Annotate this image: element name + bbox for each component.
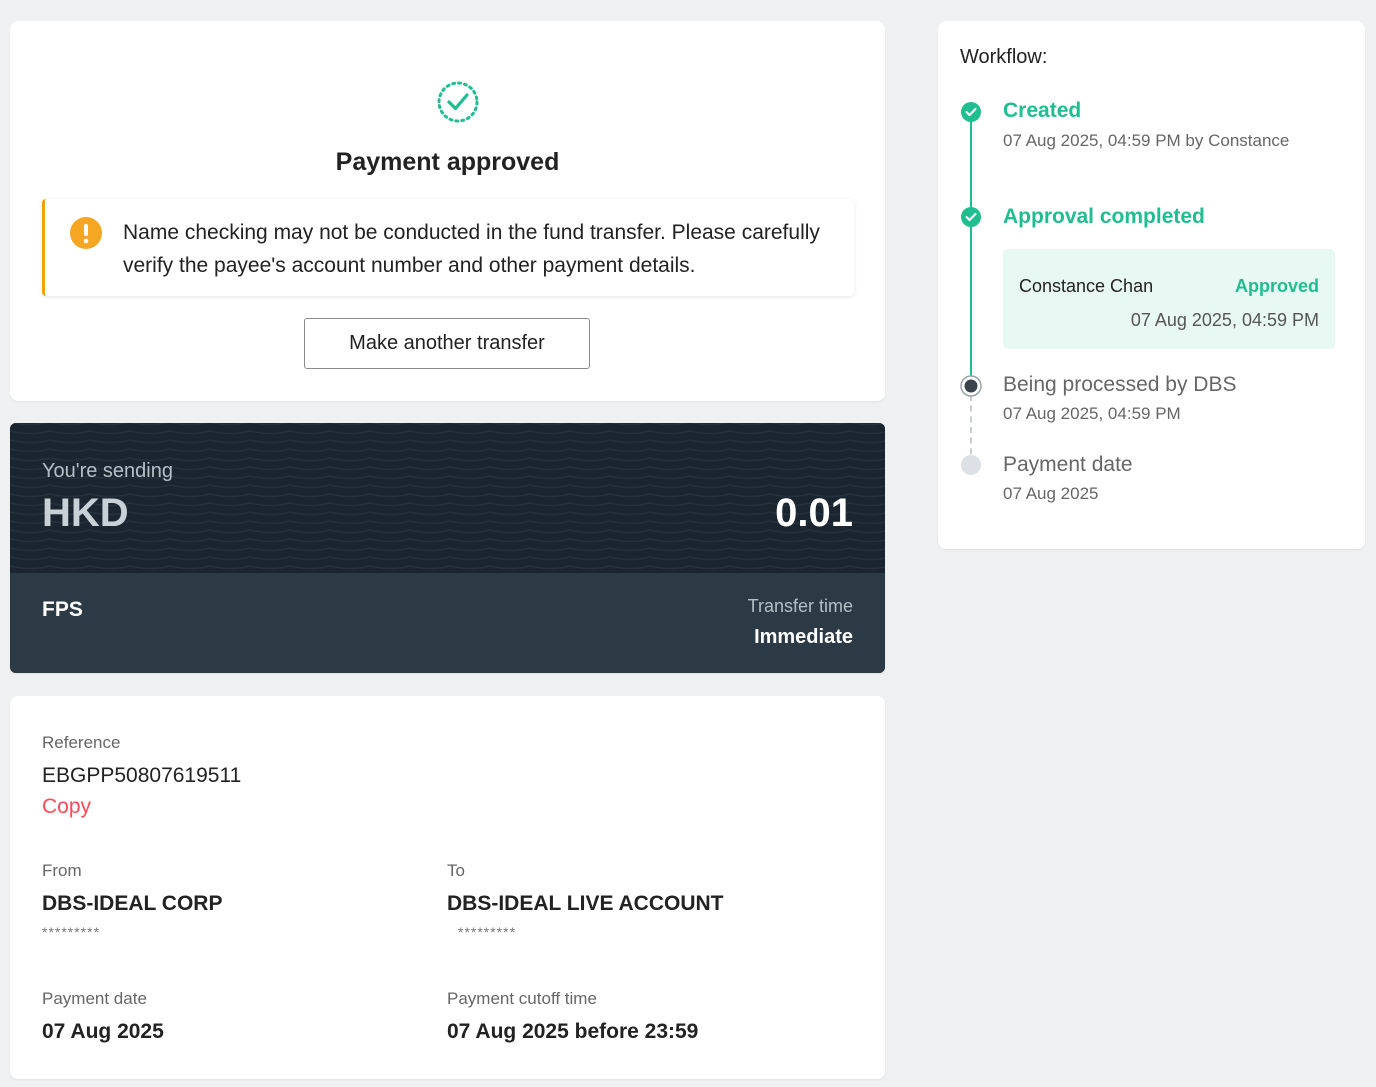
warning-text: Name checking may not be conducted in th… [123, 221, 820, 277]
amount-card: You're sending HKD 0.01 FPS Transfer tim… [10, 423, 885, 673]
payment-cutoff-value: 07 Aug 2025 before 23:59 [447, 1020, 699, 1043]
reference-label: Reference [42, 733, 121, 752]
transfer-method: FPS [42, 598, 83, 621]
pending-step-icon [961, 455, 981, 475]
workflow-step-created-time: 07 Aug 2025, 04:59 PM by Constance [1003, 131, 1290, 150]
from-account-name: DBS-IDEAL CORP [42, 892, 223, 915]
check-badge-icon [437, 81, 479, 123]
payment-cutoff-label: Payment cutoff time [447, 989, 597, 1008]
workflow-step-payment-date: Payment date [1003, 453, 1133, 476]
workflow-title: Workflow: [960, 46, 1048, 68]
check-circle-icon [961, 102, 981, 122]
payment-date-value: 07 Aug 2025 [42, 1020, 164, 1043]
approver-status: Approved [1234, 276, 1319, 296]
workflow-step-created: Created [1003, 99, 1082, 122]
approver-time: 07 Aug 2025, 04:59 PM [1130, 310, 1319, 330]
payment-details-card: Reference EBGPP50807619511 Copy From DBS… [10, 696, 885, 1079]
copy-reference-link[interactable]: Copy [42, 795, 91, 819]
transfer-time-label: Transfer time [747, 596, 853, 616]
approver-entry: Constance Chan Approved 07 Aug 2025, 04:… [1003, 249, 1335, 349]
currency-code: HKD [42, 491, 129, 535]
workflow-step-payment-date-value: 07 Aug 2025 [1003, 484, 1099, 503]
status-title: Payment approved [335, 148, 560, 176]
warning-banner: Name checking may not be conducted in th… [42, 199, 854, 296]
exclamation-circle-icon [70, 217, 102, 249]
reference-value: EBGPP50807619511 [42, 764, 242, 787]
payment-date-label: Payment date [42, 989, 147, 1008]
make-another-transfer-button[interactable]: Make another transfer [304, 318, 590, 369]
to-label: To [447, 861, 465, 880]
current-step-icon [960, 375, 982, 397]
from-account-number: ********* [42, 924, 101, 940]
wave-pattern [10, 423, 885, 570]
approver-name: Constance Chan [1019, 276, 1154, 296]
workflow-step-processing-time: 07 Aug 2025, 04:59 PM [1003, 404, 1181, 423]
amount-summary: You're sending HKD 0.01 [10, 423, 885, 573]
to-account-number: ********* [458, 924, 517, 940]
transfer-time-value: Immediate [754, 626, 853, 648]
check-circle-icon [961, 207, 981, 227]
to-account-name: DBS-IDEAL LIVE ACCOUNT [447, 892, 724, 915]
workflow-step-processing: Being processed by DBS [1003, 373, 1237, 396]
status-card: Payment approved Name checking may not b… [10, 21, 885, 401]
from-label: From [42, 861, 82, 880]
workflow-progress-line [970, 111, 972, 385]
workflow-step-approval: Approval completed [1003, 205, 1205, 228]
sending-label: You're sending [42, 460, 173, 482]
amount-value: 0.01 [775, 491, 853, 535]
workflow-card: Workflow: Created 07 Aug 2025, 04:59 PM … [938, 21, 1365, 549]
transfer-method-bar: FPS Transfer time Immediate [10, 573, 885, 673]
